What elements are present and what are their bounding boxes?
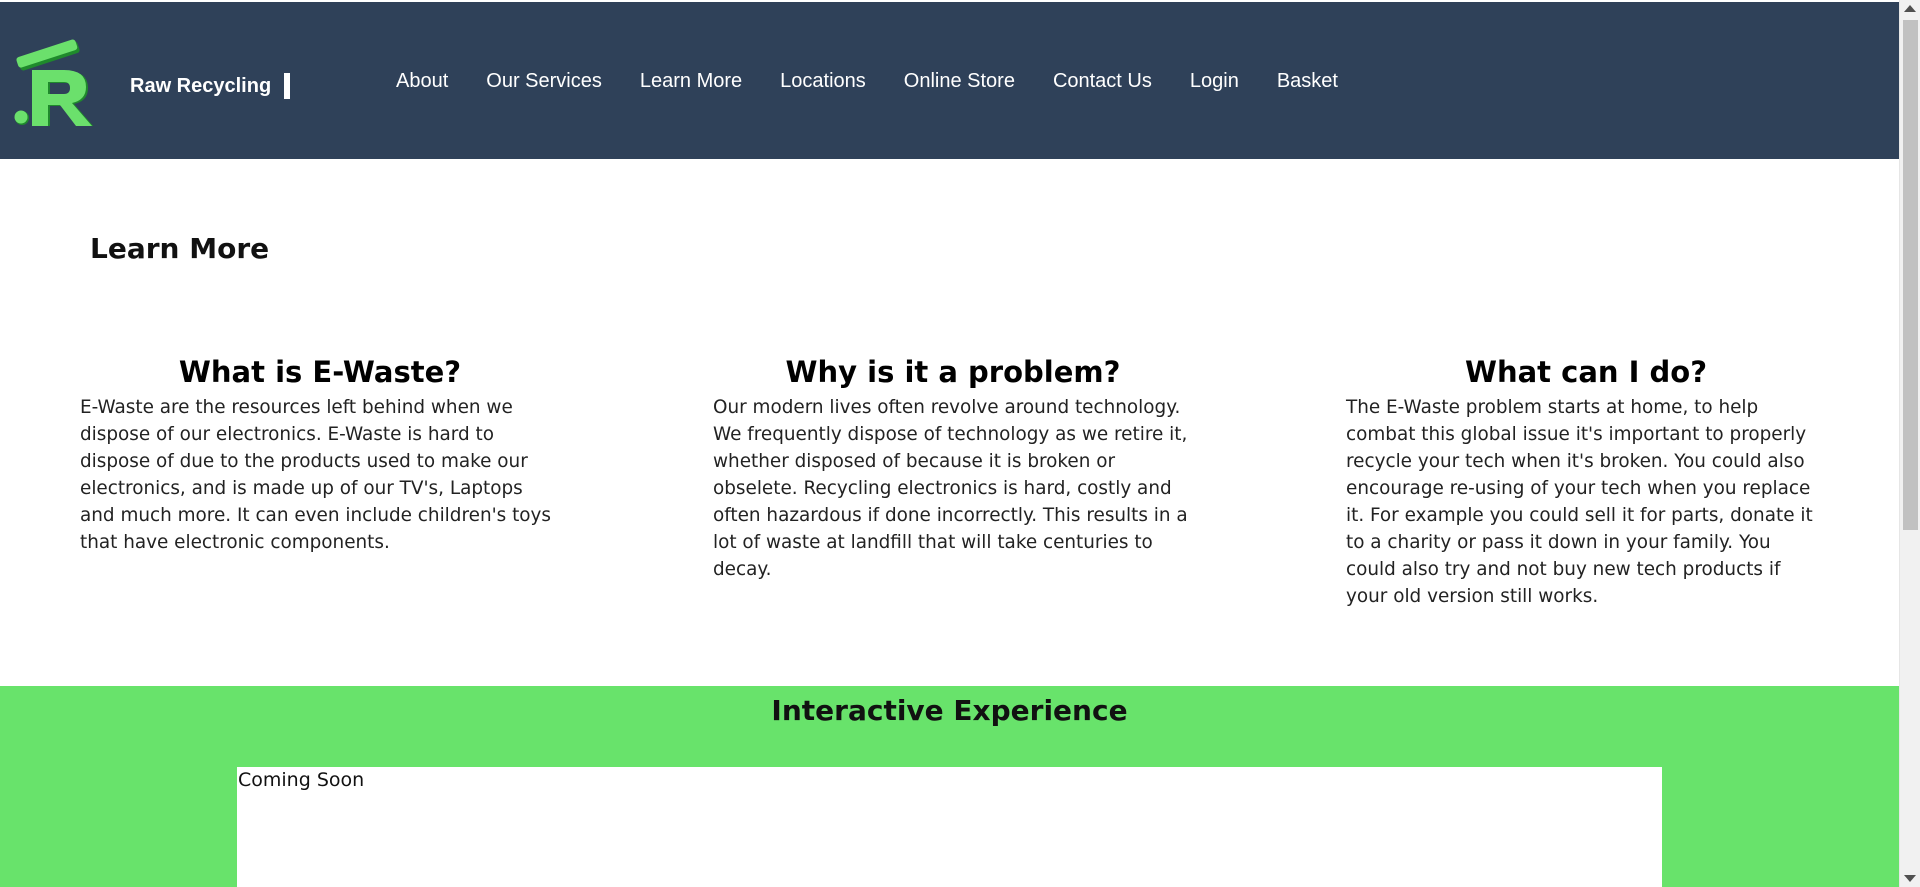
main-nav: About Our Services Learn More Locations … [377, 2, 1357, 159]
scroll-up-arrow-icon[interactable] [1904, 5, 1916, 12]
info-column-ewaste: What is E-Waste? E-Waste are the resourc… [80, 350, 560, 556]
interactive-section: Interactive Experience Coming Soon [0, 686, 1899, 887]
column-body: E-Waste are the resources left behind wh… [80, 397, 552, 553]
vertical-scrollbar[interactable] [1899, 0, 1920, 887]
interactive-title: Interactive Experience [771, 694, 1128, 727]
nav-our-services[interactable]: Our Services [467, 69, 621, 93]
scroll-thumb[interactable] [1903, 20, 1918, 530]
nav-about[interactable]: About [377, 69, 467, 93]
site-header: Raw Recycling About Our Services Learn M… [0, 2, 1899, 159]
interactive-embed-box[interactable]: Coming Soon [237, 767, 1662, 887]
nav-online-store[interactable]: Online Store [885, 69, 1034, 93]
column-heading: What is E-Waste? [178, 355, 462, 389]
info-column-problem: Why is it a problem? Our modern lives of… [713, 350, 1193, 583]
column-body: The E-Waste problem starts at home, to h… [1346, 397, 1813, 607]
nav-contact-us[interactable]: Contact Us [1034, 69, 1171, 93]
page-title: Learn More [90, 232, 270, 265]
nav-basket[interactable]: Basket [1258, 69, 1357, 93]
nav-learn-more[interactable]: Learn More [621, 69, 761, 93]
column-heading: Why is it a problem? [785, 355, 1121, 389]
info-column-what-can-i-do: What can I do? The E-Waste problem start… [1346, 350, 1826, 610]
nav-login[interactable]: Login [1171, 69, 1258, 93]
brand-name[interactable]: Raw Recycling [130, 75, 271, 98]
column-body: Our modern lives often revolve around te… [713, 397, 1188, 580]
brand-divider [284, 73, 290, 99]
scroll-down-arrow-icon[interactable] [1904, 875, 1916, 882]
column-heading: What can I do? [1464, 355, 1708, 389]
recycling-logo-icon[interactable] [12, 30, 102, 126]
nav-locations[interactable]: Locations [761, 69, 885, 93]
coming-soon-text: Coming Soon [238, 769, 365, 791]
